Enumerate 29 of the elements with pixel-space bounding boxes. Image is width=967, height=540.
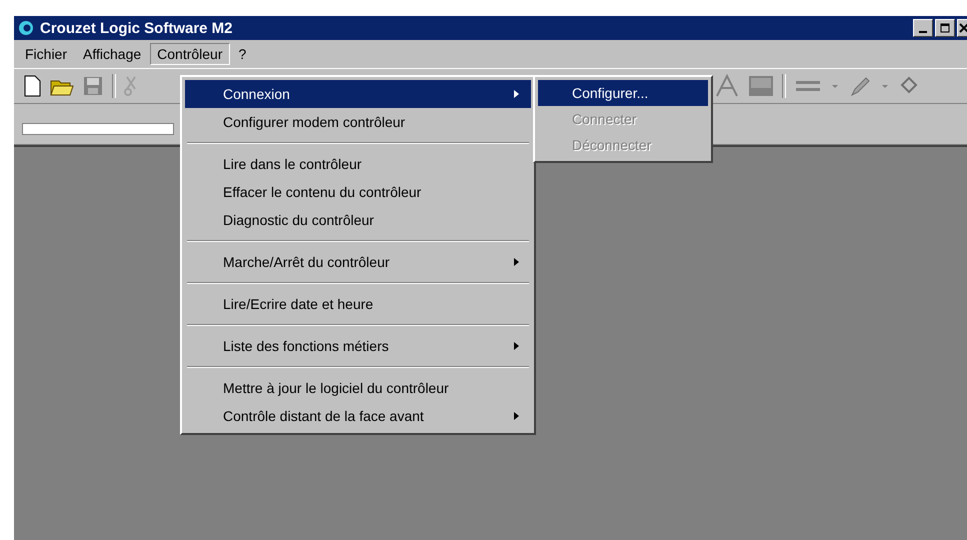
- minimize-button[interactable]: [913, 19, 933, 37]
- app-logo-icon: [18, 20, 34, 36]
- maximize-icon: [940, 23, 950, 33]
- menu-item[interactable]: Lire/Ecrire date et heure: [185, 290, 531, 318]
- letter-a-icon[interactable]: [714, 74, 740, 98]
- close-button[interactable]: [957, 19, 967, 37]
- maximize-button[interactable]: [935, 19, 955, 37]
- menu-item[interactable]: Lire dans le contrôleur: [185, 150, 531, 178]
- close-icon: [959, 23, 967, 33]
- menu-item[interactable]: Diagnostic du contrôleur: [185, 206, 531, 234]
- menu-item[interactable]: Marche/Arrêt du contrôleur: [185, 248, 531, 276]
- window-title: Crouzet Logic Software M2: [40, 20, 233, 36]
- menu-item[interactable]: Mettre à jour le logiciel du contrôleur: [185, 374, 531, 402]
- save-icon[interactable]: [82, 75, 104, 97]
- new-document-icon[interactable]: [22, 75, 42, 97]
- menu-item[interactable]: Fichier: [18, 43, 74, 65]
- menu-item[interactable]: Configurer modem contrôleur: [185, 108, 531, 136]
- scissors-icon[interactable]: [124, 75, 138, 97]
- minimize-icon: [919, 31, 927, 33]
- menu-item[interactable]: Affichage: [76, 43, 148, 65]
- menu-item[interactable]: Effacer le contenu du contrôleur: [185, 178, 531, 206]
- menu-item[interactable]: Configurer...: [538, 80, 708, 106]
- menu-item[interactable]: Contrôleur: [150, 43, 230, 65]
- image-icon[interactable]: [748, 75, 774, 97]
- menu-item[interactable]: ?: [232, 43, 254, 65]
- menu-item[interactable]: Liste des fonctions métiers: [185, 332, 531, 360]
- menu-item[interactable]: Connexion: [185, 80, 531, 108]
- pen-icon[interactable]: [848, 75, 872, 97]
- menu-item[interactable]: Contrôle distant de la face avant: [185, 402, 531, 430]
